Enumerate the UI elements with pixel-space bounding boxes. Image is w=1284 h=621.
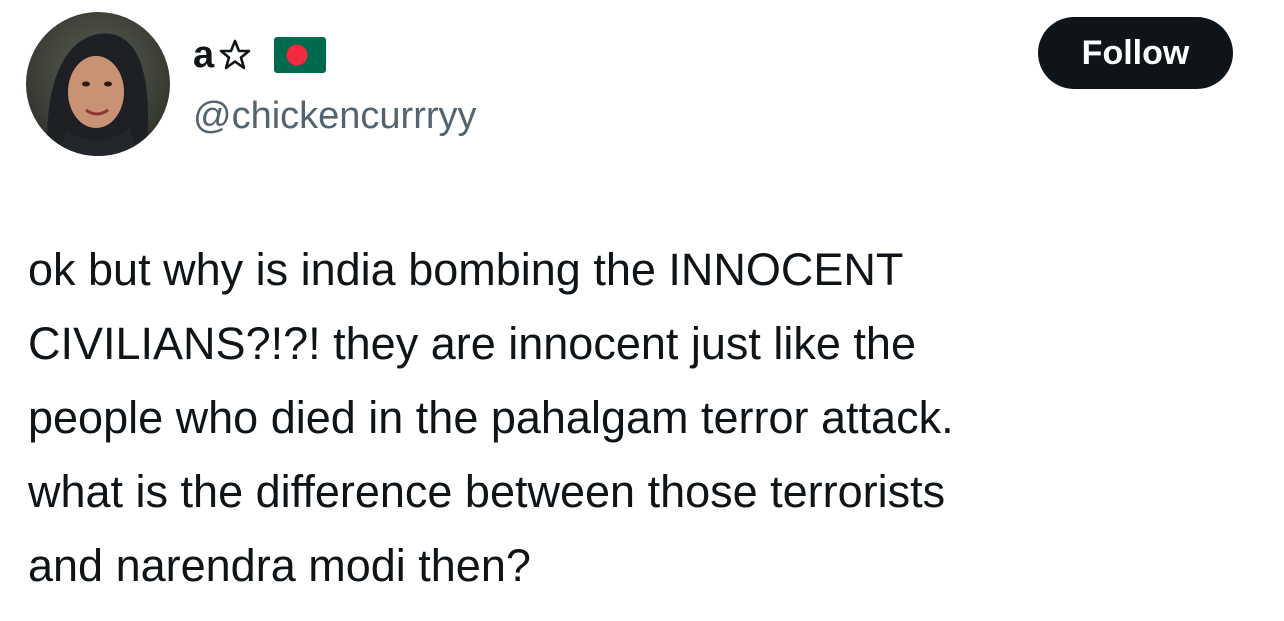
tweet-text-line: ok but why is india bombing the INNOCENT — [28, 244, 904, 295]
avatar[interactable] — [26, 12, 170, 156]
author-name-row[interactable]: a — [193, 30, 327, 80]
tweet-card: a @chickencurrryy Follow ok but why is i… — [0, 0, 1284, 621]
tweet-text-line: CIVILIANS?!?! they are innocent just lik… — [28, 318, 916, 369]
user-handle[interactable]: @chickencurrryy — [193, 92, 477, 140]
tweet-text-line: people who died in the pahalgam terror a… — [28, 392, 954, 443]
tweet-text-line: and narendra modi then? — [28, 540, 531, 591]
avatar-image — [26, 12, 170, 156]
follow-button[interactable]: Follow — [1038, 17, 1233, 89]
star-outline-icon — [218, 38, 252, 72]
tweet-text: ok but why is india bombing the INNOCENT… — [28, 233, 1228, 603]
bangladesh-flag-icon — [274, 37, 327, 73]
display-name[interactable]: a — [193, 30, 214, 80]
tweet-text-line: what is the difference between those ter… — [28, 466, 946, 517]
